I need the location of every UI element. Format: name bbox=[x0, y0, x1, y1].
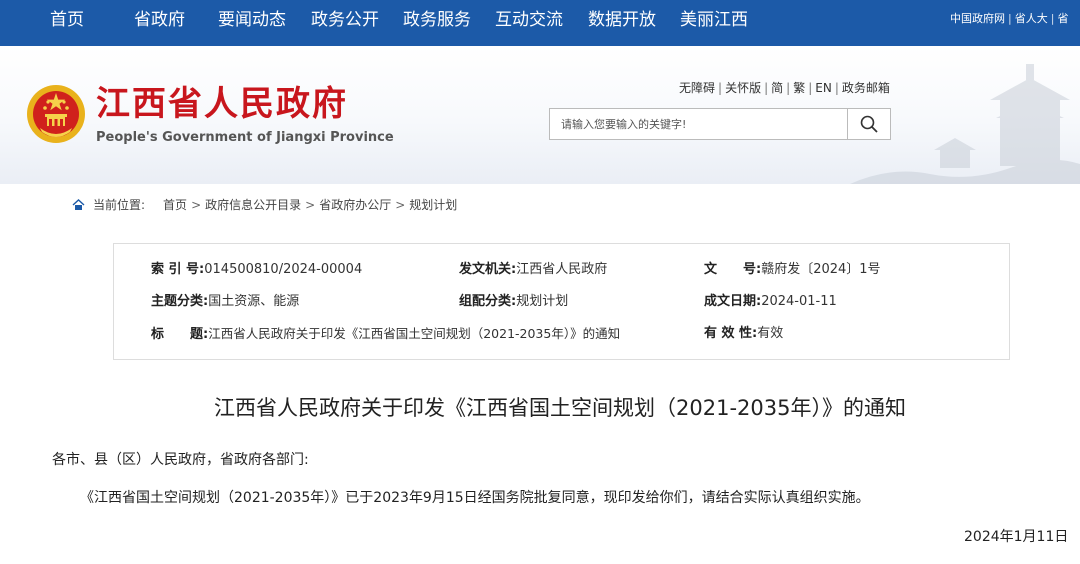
utility-links: 无障碍 | 关怀版 | 简 | 繁 | EN | 政务邮箱 bbox=[679, 80, 890, 96]
article-body: 《江西省国土空间规划（2021-2035年）》已于2023年9月15日经国务院批… bbox=[80, 490, 870, 506]
breadcrumb-item-general-office[interactable]: 省政府办公厅 bbox=[319, 198, 391, 212]
search-box bbox=[549, 108, 891, 140]
info-label: 标 题: bbox=[151, 327, 209, 342]
info-value: 有效 bbox=[757, 326, 784, 341]
breadcrumb-item-planning[interactable]: 规划计划 bbox=[409, 198, 457, 212]
info-value: 014500810/2024-00004 bbox=[204, 262, 363, 277]
info-index-number: 索 引 号:014500810/2024-00004 bbox=[151, 261, 362, 279]
info-title: 标 题:江西省人民政府关于印发《江西省国土空间规划（2021-2035年）》的通… bbox=[151, 325, 620, 344]
article-salutation: 各市、县（区）人民政府，省政府各部门: bbox=[52, 452, 309, 468]
separator: | bbox=[764, 81, 769, 95]
info-topic: 主题分类:国土资源、能源 bbox=[151, 293, 299, 311]
separator: | bbox=[808, 81, 813, 95]
info-label: 索 引 号: bbox=[151, 262, 205, 277]
separator: | bbox=[786, 81, 791, 95]
link-simplified[interactable]: 简 bbox=[771, 81, 783, 95]
search-input[interactable] bbox=[550, 109, 846, 139]
info-validity: 有 效 性:有效 bbox=[704, 325, 783, 343]
info-value: 江西省人民政府关于印发《江西省国土空间规划（2021-2035年）》的通知 bbox=[208, 326, 621, 341]
breadcrumb-label: 当前位置: bbox=[93, 198, 146, 212]
article-date: 2024年1月11日 bbox=[964, 529, 1069, 545]
breadcrumb-separator: > bbox=[395, 198, 406, 212]
separator: | bbox=[834, 81, 839, 95]
info-date: 成文日期:2024-01-11 bbox=[704, 293, 837, 311]
nav-item-open-data[interactable]: 数据开放 bbox=[588, 9, 656, 31]
search-icon bbox=[860, 115, 878, 133]
link-english[interactable]: EN bbox=[815, 81, 832, 95]
nav-item-beautiful-jiangxi[interactable]: 美丽江西 bbox=[680, 9, 748, 31]
nav-item-news[interactable]: 要闻动态 bbox=[218, 9, 286, 31]
link-china-gov[interactable]: 中国政府网 bbox=[950, 12, 1005, 25]
info-label: 发文机关: bbox=[459, 262, 517, 277]
info-value: 赣府发〔2024〕1号 bbox=[761, 262, 881, 277]
nav-item-interaction[interactable]: 互动交流 bbox=[495, 9, 563, 31]
nav-item-province-gov[interactable]: 省政府 bbox=[134, 9, 185, 31]
site-name-cn: 江西省人民政府 bbox=[96, 84, 348, 124]
info-issuer: 发文机关:江西省人民政府 bbox=[459, 261, 607, 279]
national-emblem-icon bbox=[27, 85, 85, 143]
info-value: 国土资源、能源 bbox=[208, 294, 300, 309]
home-icon bbox=[72, 199, 85, 210]
link-care-version[interactable]: 关怀版 bbox=[725, 81, 761, 95]
breadcrumb-separator: > bbox=[191, 198, 202, 212]
separator: | bbox=[1008, 12, 1012, 25]
info-label: 成文日期: bbox=[704, 294, 762, 309]
info-category: 组配分类:规划计划 bbox=[459, 293, 568, 311]
nav-item-gov-services[interactable]: 政务服务 bbox=[403, 9, 471, 31]
breadcrumb-separator: > bbox=[305, 198, 316, 212]
breadcrumb: 当前位置: 首页 > 政府信息公开目录 > 省政府办公厅 > 规划计划 bbox=[72, 197, 457, 213]
separator: | bbox=[718, 81, 723, 95]
top-nav-bar: 首页 省政府 要闻动态 政务公开 政务服务 互动交流 数据开放 美丽江西 中国政… bbox=[0, 0, 1080, 46]
separator: | bbox=[1050, 12, 1055, 25]
link-traditional[interactable]: 繁 bbox=[793, 81, 805, 95]
info-label: 有 效 性: bbox=[704, 326, 758, 341]
link-gov-mailbox[interactable]: 政务邮箱 bbox=[842, 81, 890, 95]
link-accessibility[interactable]: 无障碍 bbox=[679, 81, 715, 95]
search-button[interactable] bbox=[847, 109, 890, 139]
link-provincial-congress[interactable]: 省人大 bbox=[1015, 12, 1048, 25]
document-info-box: 索 引 号:014500810/2024-00004 发文机关:江西省人民政府 … bbox=[113, 243, 1010, 360]
article-title: 江西省人民政府关于印发《江西省国土空间规划（2021-2035年）》的通知 bbox=[214, 396, 906, 420]
info-value: 2024-01-11 bbox=[761, 294, 837, 309]
top-right-links: 中国政府网 | 省人大 | 省 bbox=[950, 12, 1068, 26]
site-header: 江西省人民政府 People's Government of Jiangxi P… bbox=[0, 46, 1080, 184]
site-name-en: People's Government of Jiangxi Province bbox=[96, 130, 394, 145]
info-value: 规划计划 bbox=[516, 294, 569, 309]
info-doc-number: 文 号:赣府发〔2024〕1号 bbox=[704, 261, 881, 279]
link-province-truncated[interactable]: 省 bbox=[1057, 12, 1068, 25]
info-label: 组配分类: bbox=[459, 294, 517, 309]
nav-item-gov-affairs-open[interactable]: 政务公开 bbox=[311, 9, 379, 31]
info-label: 主题分类: bbox=[151, 294, 209, 309]
nav-item-home[interactable]: 首页 bbox=[50, 9, 84, 31]
breadcrumb-item-home[interactable]: 首页 bbox=[163, 198, 187, 212]
info-label: 文 号: bbox=[704, 262, 762, 277]
info-value: 江西省人民政府 bbox=[516, 262, 608, 277]
breadcrumb-item-info-catalog[interactable]: 政府信息公开目录 bbox=[205, 198, 301, 212]
